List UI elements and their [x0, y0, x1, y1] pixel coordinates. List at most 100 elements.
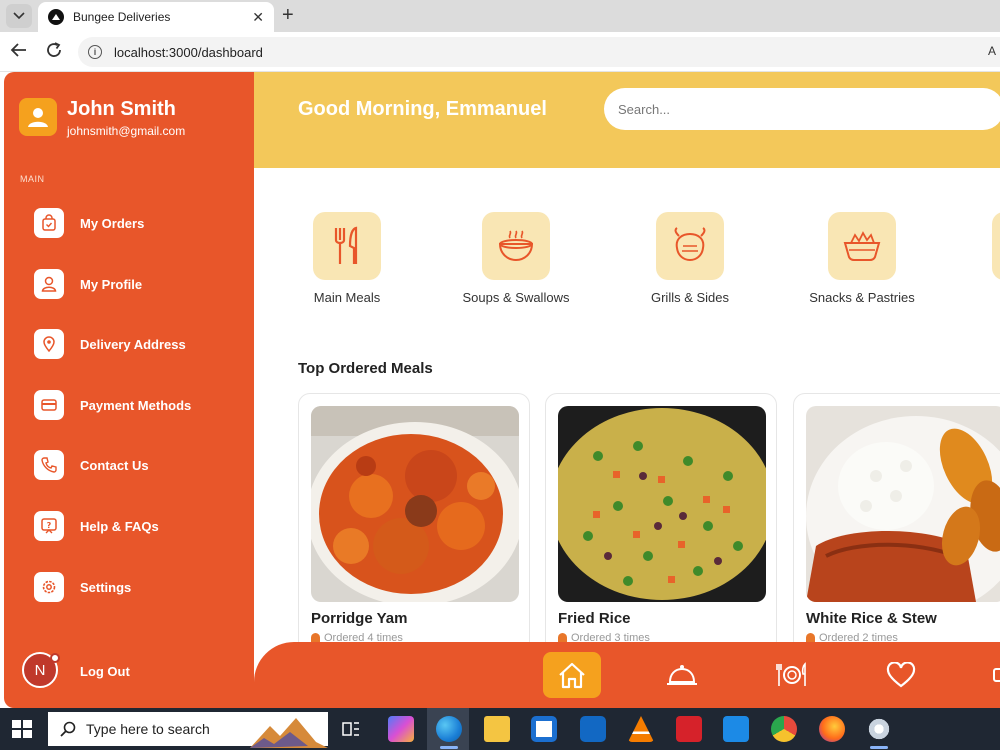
snack-basket-icon — [828, 212, 896, 280]
search-icon — [60, 721, 76, 737]
outlook-app-icon[interactable] — [580, 716, 606, 742]
gear-icon — [34, 572, 64, 602]
close-tab-icon[interactable]: ✕ — [252, 9, 264, 26]
site-favicon-icon — [48, 9, 64, 25]
back-arrow-icon[interactable] — [10, 41, 28, 63]
fork-knife-icon — [313, 212, 381, 280]
windows-start-icon[interactable] — [12, 720, 32, 738]
file-explorer-icon[interactable] — [484, 716, 510, 742]
url-text: localhost:3000/dashboard — [114, 44, 263, 60]
user-icon — [34, 269, 64, 299]
category-drinks[interactable]: D — [946, 212, 1000, 305]
tab-title: Bungee Deliveries — [73, 10, 171, 24]
category-grills-sides[interactable]: Grills & Sides — [610, 212, 770, 305]
browser-address-bar: i localhost:3000/dashboard A — [0, 32, 1000, 72]
tab-list-button[interactable] — [6, 4, 32, 28]
user-name: John Smith — [67, 98, 176, 120]
meal-card-white-rice-stew[interactable]: White Rice & Stew Ordered 2 times — [793, 393, 1000, 653]
phone-icon — [34, 450, 64, 480]
notification-dot — [50, 653, 60, 663]
taskbar-search-text: Type here to search — [86, 721, 210, 737]
sidebar-item-label: Delivery Address — [80, 336, 186, 352]
header-bar: Good Morning, Emmanuel — [254, 72, 1000, 168]
greeting: Good Morning, Emmanuel — [298, 98, 547, 120]
grilled-chicken-icon — [656, 212, 724, 280]
site-info-icon[interactable]: i — [88, 45, 102, 59]
meal-name: Porridge Yam — [311, 610, 408, 627]
user-email: johnsmith@gmail.com — [67, 124, 186, 138]
location-pin-icon — [34, 329, 64, 359]
sidebar-item-contact-us[interactable]: Contact Us — [34, 448, 244, 482]
firefox-app-icon[interactable] — [819, 716, 845, 742]
category-snacks-pastries[interactable]: Snacks & Pastries — [782, 212, 942, 305]
category-label: Grills & Sides — [650, 290, 730, 305]
nav-orders-button[interactable] — [654, 652, 710, 698]
category-label: Main Meals — [313, 290, 381, 305]
store-app-icon[interactable] — [531, 716, 557, 742]
porridge-yam-image — [311, 406, 519, 602]
vlc-app-icon[interactable] — [628, 716, 654, 742]
reader-mode-icon[interactable]: A — [988, 44, 996, 58]
user-avatar-icon — [19, 98, 57, 136]
settings-active-indicator — [870, 746, 888, 749]
url-field[interactable]: i localhost:3000/dashboard — [78, 37, 1000, 67]
copilot-app-icon[interactable] — [388, 716, 414, 742]
search-input[interactable] — [604, 88, 1000, 130]
sidebar-item-label: Payment Methods — [80, 397, 192, 413]
credit-card-icon — [34, 390, 64, 420]
sidebar-item-delivery-address[interactable]: Delivery Address — [34, 327, 244, 361]
log-out-button[interactable]: Log Out — [80, 664, 130, 679]
meal-card-porridge-yam[interactable]: Porridge Yam Ordered 4 times — [298, 393, 530, 653]
sidebar-item-payment-methods[interactable]: Payment Methods — [34, 388, 244, 422]
sidebar: John Smith johnsmith@gmail.com MAIN My O… — [4, 72, 254, 708]
settings-app-icon[interactable] — [866, 716, 892, 742]
wps-app-icon[interactable] — [676, 716, 702, 742]
chevron-down-icon — [13, 12, 25, 20]
fried-rice-image — [558, 406, 766, 602]
edge-app-icon[interactable] — [436, 716, 462, 742]
sidebar-item-help-faqs[interactable]: ? Help & FAQs — [34, 509, 244, 543]
food-tray-icon — [667, 665, 697, 685]
sidebar-item-my-profile[interactable]: My Profile — [34, 267, 244, 301]
meal-card-fried-rice[interactable]: Fried Rice Ordered 3 times — [545, 393, 777, 653]
reload-icon[interactable] — [45, 41, 63, 63]
sidebar-item-label: Contact Us — [80, 457, 149, 473]
task-view-icon[interactable] — [341, 720, 361, 738]
meal-name: White Rice & Stew — [806, 610, 937, 627]
nav-favorites-button[interactable] — [873, 652, 929, 698]
svg-text:?: ? — [47, 521, 52, 530]
browser-tab[interactable]: Bungee Deliveries ✕ — [38, 2, 274, 32]
sidebar-item-label: My Profile — [80, 276, 143, 292]
nav-home-button[interactable] — [543, 652, 601, 698]
sidebar-item-label: My Orders — [80, 215, 145, 231]
category-label: Soups & Swallows — [462, 290, 570, 305]
bottom-navigation — [254, 642, 1000, 708]
sidebar-item-my-orders[interactable]: My Orders — [34, 206, 244, 240]
category-soups-swallows[interactable]: Soups & Swallows — [436, 212, 596, 305]
nav-more-button[interactable] — [984, 652, 1000, 698]
sidebar-item-settings[interactable]: Settings — [34, 570, 244, 604]
sidebar-item-label: Help & FAQs — [80, 518, 159, 534]
sidebar-section-label: MAIN — [20, 174, 45, 184]
heart-icon — [886, 662, 916, 688]
category-main-meals[interactable]: Main Meals — [267, 212, 427, 305]
plate-cutlery-icon — [776, 662, 806, 686]
drinks-icon — [992, 212, 1000, 280]
edge-active-indicator — [440, 746, 458, 749]
new-tab-button[interactable]: + — [282, 4, 294, 26]
help-icon: ? — [34, 511, 64, 541]
app-container: John Smith johnsmith@gmail.com MAIN My O… — [4, 72, 1000, 708]
weather-widget-icon[interactable] — [250, 712, 328, 748]
more-icon — [993, 668, 1000, 682]
os-taskbar: Type here to search — [0, 708, 1000, 750]
home-icon — [559, 662, 585, 689]
nav-menu-button[interactable] — [764, 652, 820, 698]
meal-name: Fried Rice — [558, 610, 631, 627]
shopping-bag-icon — [34, 208, 64, 238]
chrome-app-icon[interactable] — [771, 716, 797, 742]
soup-bowl-icon — [482, 212, 550, 280]
top-ordered-meals-title: Top Ordered Meals — [298, 360, 433, 377]
white-rice-stew-image — [806, 406, 1000, 602]
vscode-app-icon[interactable] — [723, 716, 749, 742]
category-label: Snacks & Pastries — [809, 290, 915, 305]
